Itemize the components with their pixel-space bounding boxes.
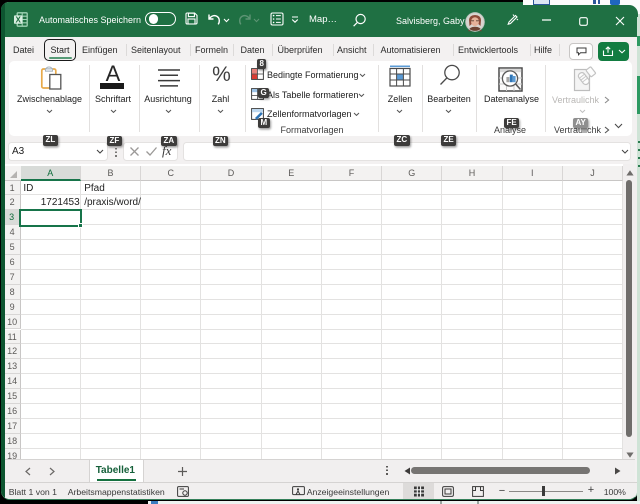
svg-text:X: X <box>16 15 22 24</box>
